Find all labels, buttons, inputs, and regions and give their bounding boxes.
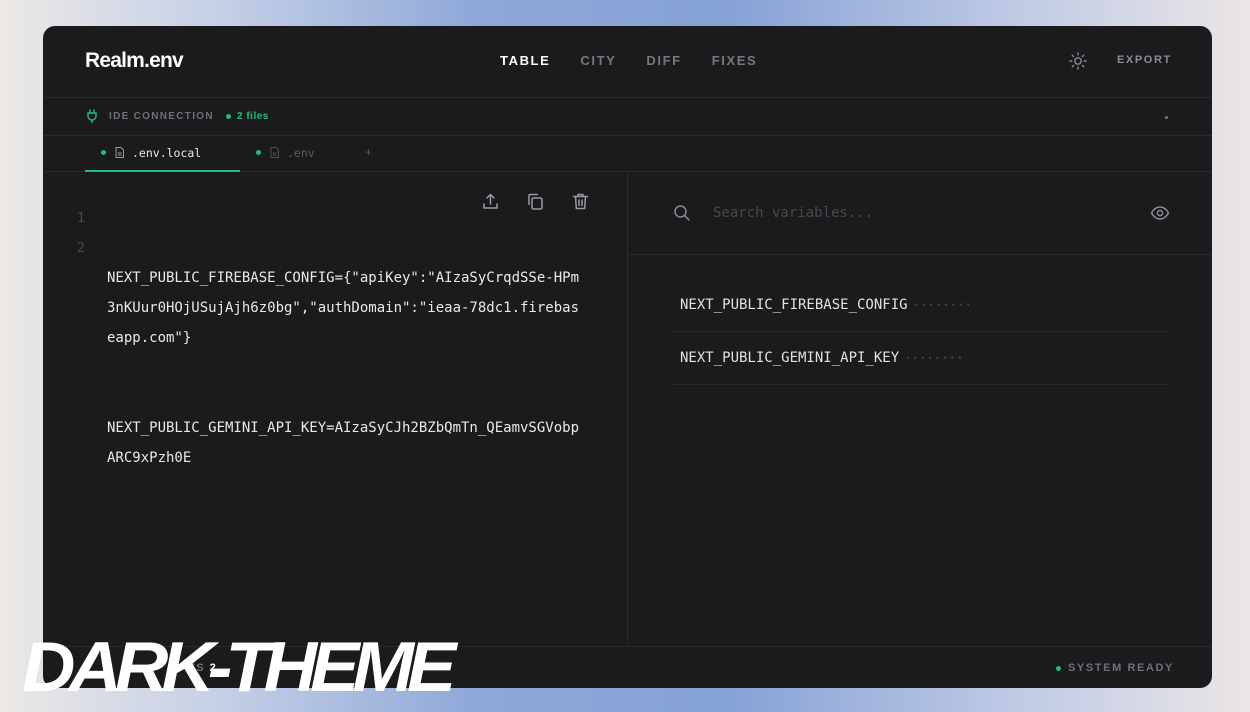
code-editor[interactable]: 1 2 NEXT_PUBLIC_FIREBASE_CONFIG={"apiKey… bbox=[43, 172, 628, 646]
app-window: Realm.env TABLE CITY DIFF FIXES EXPORT I… bbox=[43, 26, 1212, 688]
code-line[interactable]: NEXT_PUBLIC_FIREBASE_CONFIG={"apiKey":"A… bbox=[107, 263, 587, 353]
ide-menu-dot[interactable] bbox=[1165, 116, 1168, 119]
file-icon bbox=[270, 147, 279, 158]
variables-list: NEXT_PUBLIC_FIREBASE_CONFIG •••••••• NEX… bbox=[671, 279, 1171, 385]
variable-name: NEXT_PUBLIC_GEMINI_API_KEY bbox=[680, 350, 900, 366]
files-count-badge: 2 files bbox=[237, 111, 269, 122]
variable-masked-value: •••••••• bbox=[913, 300, 973, 311]
dark-theme-banner: DARK-THEME bbox=[22, 627, 456, 707]
line-number: 2 bbox=[76, 240, 85, 256]
file-icon bbox=[115, 147, 124, 158]
top-header: Realm.env TABLE CITY DIFF FIXES EXPORT bbox=[43, 26, 1212, 98]
system-ready-label: SYSTEM READY bbox=[1068, 662, 1174, 674]
nav-tab-city[interactable]: CITY bbox=[580, 53, 616, 68]
search-icon bbox=[674, 205, 690, 221]
app-logo: Realm.env bbox=[85, 49, 184, 72]
sun-icon bbox=[1069, 52, 1087, 70]
variables-panel: NEXT_PUBLIC_FIREBASE_CONFIG •••••••• NEX… bbox=[628, 172, 1212, 646]
nav-tab-fixes[interactable]: FIXES bbox=[712, 53, 758, 68]
variable-row[interactable]: NEXT_PUBLIC_FIREBASE_CONFIG •••••••• bbox=[671, 279, 1171, 332]
file-tab-env-local[interactable]: .env.local bbox=[85, 136, 240, 172]
line-number: 1 bbox=[76, 210, 85, 226]
variable-row[interactable]: NEXT_PUBLIC_GEMINI_API_KEY •••••••• bbox=[671, 332, 1171, 385]
theme-toggle-button[interactable] bbox=[1068, 51, 1088, 71]
add-tab-button[interactable]: + bbox=[365, 145, 372, 159]
tab-status-dot bbox=[256, 150, 261, 155]
search-input[interactable] bbox=[713, 202, 1133, 224]
variable-masked-value: •••••••• bbox=[905, 353, 965, 364]
line-numbers: 1 2 bbox=[69, 203, 85, 263]
file-tab-label: .env.local bbox=[132, 146, 202, 160]
search-row bbox=[628, 172, 1212, 255]
ready-status-dot bbox=[1056, 666, 1061, 671]
nav-tab-diff[interactable]: DIFF bbox=[646, 53, 681, 68]
export-button[interactable]: EXPORT bbox=[1117, 54, 1172, 66]
connection-status-dot bbox=[226, 114, 231, 119]
code-line[interactable]: NEXT_PUBLIC_GEMINI_API_KEY=AIzaSyCJh2BZb… bbox=[107, 413, 587, 473]
tab-status-dot bbox=[101, 150, 106, 155]
file-tabs-bar: .env.local .env + bbox=[43, 136, 1212, 172]
eye-icon[interactable] bbox=[1150, 204, 1170, 222]
main-nav: TABLE CITY DIFF FIXES bbox=[500, 53, 757, 68]
file-tab-env[interactable]: .env bbox=[240, 136, 355, 172]
ide-connection-bar: IDE CONNECTION 2 files bbox=[43, 98, 1212, 136]
ide-connection-label: IDE CONNECTION bbox=[109, 111, 214, 122]
variable-name: NEXT_PUBLIC_FIREBASE_CONFIG bbox=[680, 297, 908, 313]
nav-tab-table[interactable]: TABLE bbox=[500, 53, 550, 68]
code-content[interactable]: NEXT_PUBLIC_FIREBASE_CONFIG={"apiKey":"A… bbox=[107, 203, 587, 533]
file-tab-label: .env bbox=[287, 146, 315, 160]
plug-icon bbox=[87, 109, 97, 123]
